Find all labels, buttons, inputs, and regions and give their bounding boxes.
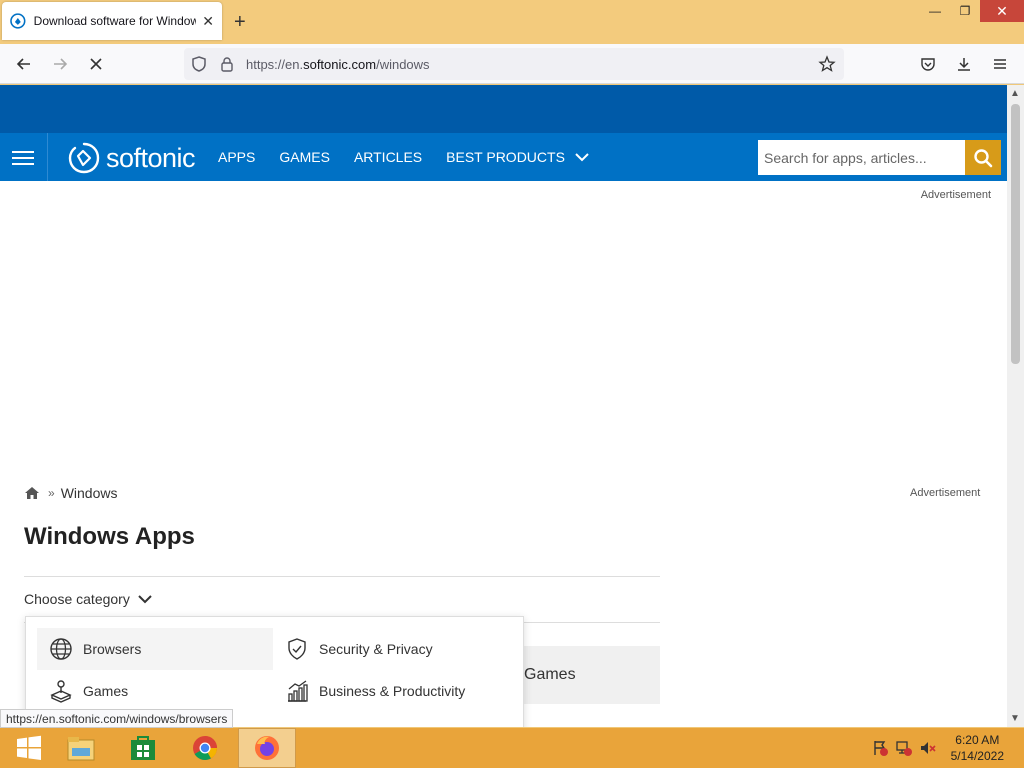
browser-titlebar: Download software for Windows ✕ + — ❐ ✕ (0, 0, 1024, 44)
bar-chart-icon (288, 680, 308, 702)
app-menu-icon[interactable] (990, 54, 1010, 74)
restore-icon[interactable]: ❐ (950, 0, 980, 22)
top-ad-band (0, 85, 1007, 133)
minimize-icon[interactable]: — (920, 0, 950, 22)
store-icon (131, 736, 155, 760)
menu-best-products[interactable]: BEST PRODUCTS (446, 149, 589, 165)
search-icon (974, 148, 993, 167)
softonic-logo-icon (68, 142, 100, 174)
bookmark-star-icon[interactable] (818, 55, 836, 73)
taskbar-firefox[interactable] (238, 728, 296, 768)
advertisement-label-side: Advertisement (910, 487, 981, 499)
system-clock[interactable]: 6:20 AM 5/14/2022 (951, 732, 1004, 764)
divider (24, 576, 660, 577)
header-divider (47, 133, 48, 181)
window-close-icon[interactable]: ✕ (980, 0, 1024, 22)
browser-navbar: https://en.softonic.com/windows (0, 44, 1024, 84)
new-tab-icon[interactable]: + (234, 10, 246, 34)
shield-check-icon (288, 638, 306, 660)
advertisement-label: Advertisement (920, 189, 991, 201)
logo-text: softonic (106, 142, 196, 173)
scroll-down-icon[interactable]: ▼ (1010, 713, 1020, 724)
tab-title: Download software for Windows (33, 14, 197, 28)
url-bar[interactable]: https://en.softonic.com/windows (184, 48, 844, 80)
tracking-shield-icon[interactable] (190, 55, 208, 73)
taskbar-chrome[interactable] (176, 728, 234, 768)
category-label: Security & Privacy (319, 641, 433, 657)
downloads-icon[interactable] (954, 54, 974, 74)
pocket-icon[interactable] (918, 54, 938, 74)
category-card-label: Games (524, 666, 576, 683)
scroll-up-icon[interactable]: ▲ (1010, 88, 1020, 99)
category-label: Browsers (83, 641, 142, 657)
category-label: Games (83, 683, 129, 699)
choose-category-label: Choose category (24, 591, 130, 607)
clock-date: 5/14/2022 (950, 749, 1004, 763)
chrome-icon (193, 736, 217, 761)
taskbar-store[interactable] (114, 728, 172, 768)
page-title: Windows Apps (24, 523, 195, 550)
search-input[interactable] (758, 140, 965, 175)
browser-tab[interactable]: Download software for Windows ✕ (2, 2, 222, 40)
stop-loading-icon[interactable] (86, 54, 106, 74)
category-label: Business & Productivity (319, 683, 466, 699)
scrollbar-thumb[interactable] (1011, 104, 1020, 364)
breadcrumb-separator: » (48, 486, 55, 500)
volume-muted-icon[interactable] (919, 739, 937, 757)
menu-games[interactable]: GAMES (279, 149, 330, 165)
lock-icon[interactable] (220, 56, 234, 72)
home-icon[interactable] (24, 486, 40, 500)
category-browsers[interactable]: Browsers (37, 628, 273, 670)
back-icon[interactable] (14, 54, 34, 74)
window-controls: — ❐ ✕ (920, 0, 1024, 22)
menu-apps[interactable]: APPS (218, 149, 255, 165)
joystick-icon (50, 680, 72, 703)
category-security-privacy[interactable]: Security & Privacy (273, 628, 509, 670)
action-center-flag-icon[interactable] (871, 739, 889, 757)
site-header: softonic APPS GAMES ARTICLES BEST PRODUC… (0, 133, 1007, 181)
choose-category-toggle[interactable]: Choose category (24, 591, 152, 607)
chevron-down-icon (138, 595, 152, 604)
windows-logo-icon (17, 735, 41, 760)
globe-icon (50, 638, 72, 660)
menu-articles[interactable]: ARTICLES (354, 149, 422, 165)
softonic-logo[interactable]: softonic (66, 141, 196, 175)
start-button[interactable] (0, 728, 58, 768)
category-business-productivity[interactable]: Business & Productivity (273, 670, 509, 712)
category-card-games[interactable]: Games (500, 646, 660, 704)
windows-taskbar: 6:20 AM 5/14/2022 (0, 728, 1024, 768)
taskbar-file-explorer[interactable] (52, 728, 110, 768)
main-menu: APPS GAMES ARTICLES BEST PRODUCTS (218, 133, 613, 181)
web-page: softonic APPS GAMES ARTICLES BEST PRODUC… (0, 85, 1007, 727)
file-explorer-icon (67, 737, 95, 761)
page-scrollbar[interactable]: ▲ ▼ (1007, 85, 1024, 727)
chevron-down-icon (575, 153, 589, 162)
category-games[interactable]: Games (37, 670, 273, 712)
tab-close-icon[interactable]: ✕ (202, 13, 214, 30)
menu-best-products-label: BEST PRODUCTS (446, 149, 565, 165)
status-link-preview: https://en.softonic.com/windows/browsers (0, 709, 234, 728)
firefox-icon (255, 736, 279, 760)
hamburger-menu-icon[interactable] (12, 147, 34, 167)
url-text: https://en.softonic.com/windows (246, 56, 430, 72)
system-tray: 6:20 AM 5/14/2022 (871, 728, 1024, 768)
breadcrumb: » Windows (24, 485, 117, 501)
softonic-favicon-icon (10, 13, 26, 29)
clock-time: 6:20 AM (955, 733, 1000, 747)
breadcrumb-windows[interactable]: Windows (61, 485, 118, 501)
network-icon[interactable] (895, 739, 913, 757)
search-button[interactable] (965, 140, 1001, 175)
forward-icon[interactable] (50, 54, 70, 74)
